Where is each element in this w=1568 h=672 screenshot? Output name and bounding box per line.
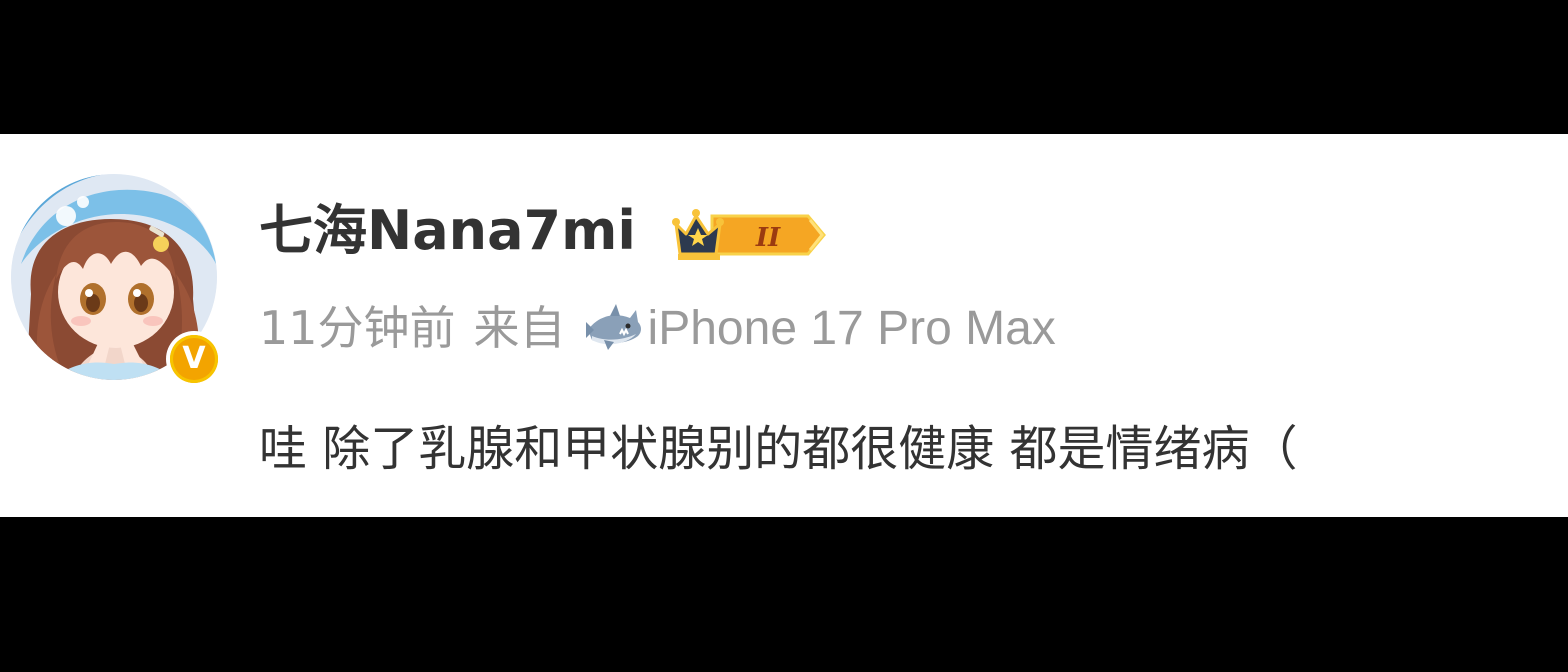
level-badge-text: II [755, 223, 781, 253]
top-black-bar [0, 0, 1568, 134]
comment-card: V 七海Nana7mi II 11分钟前 来自 iPhone 17 Pro Ma… [0, 134, 1568, 517]
shark-icon [584, 300, 644, 354]
verified-badge: V [166, 331, 222, 387]
verified-v-icon: V [170, 335, 218, 383]
bottom-black-bar [0, 517, 1568, 672]
avatar-container[interactable]: V [11, 174, 223, 387]
source-prefix: 来自 [473, 301, 566, 355]
device-name[interactable]: iPhone 17 Pro Max [648, 297, 1056, 361]
username[interactable]: 七海Nana7mi [259, 196, 636, 266]
comment-text: 哇 除了乳腺和甲状腺别的都很健康 都是情绪病（ [259, 421, 1298, 477]
post-time: 11分钟前 [259, 301, 456, 355]
crown-badge-icon: II [672, 209, 826, 260]
post-meta: 11分钟前 来自 iPhone 17 Pro Max [259, 296, 1056, 360]
member-level-badge[interactable]: II [672, 204, 828, 266]
